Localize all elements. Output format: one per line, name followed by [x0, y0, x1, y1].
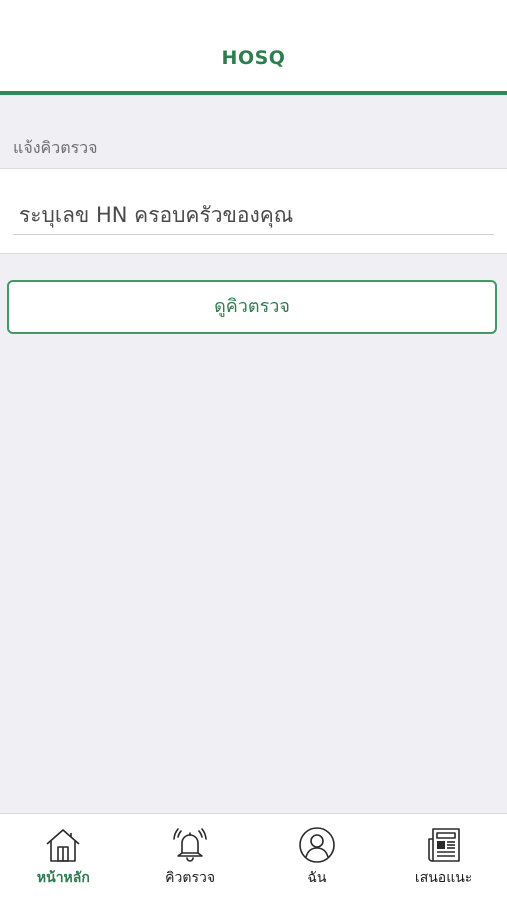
tab-feedback[interactable]: เสนอแนะ [380, 814, 507, 901]
tab-label: คิวตรวจ [165, 870, 216, 886]
home-icon [43, 825, 83, 865]
hn-input-panel [0, 168, 507, 254]
tab-label: ฉัน [307, 870, 327, 886]
bell-icon [170, 825, 210, 865]
hn-input[interactable] [13, 195, 494, 235]
newspaper-icon [424, 825, 464, 865]
section-label-queue-notice: แจ้งคิวตรวจ [13, 138, 98, 157]
tab-queue[interactable]: คิวตรวจ [127, 814, 254, 901]
bottom-tab-bar: หน้าหลัก คิวตรวจ ฉัน เสนอแนะ [0, 813, 507, 901]
user-icon [297, 825, 337, 865]
tab-me[interactable]: ฉัน [254, 814, 381, 901]
tab-home[interactable]: หน้าหลัก [0, 814, 127, 901]
view-queue-button[interactable]: ดูคิวตรวจ [7, 280, 497, 334]
tab-label: หน้าหลัก [36, 870, 90, 886]
app-title: HOSQ [221, 47, 286, 69]
tab-label: เสนอแนะ [414, 870, 473, 886]
app-header: HOSQ [0, 0, 507, 95]
